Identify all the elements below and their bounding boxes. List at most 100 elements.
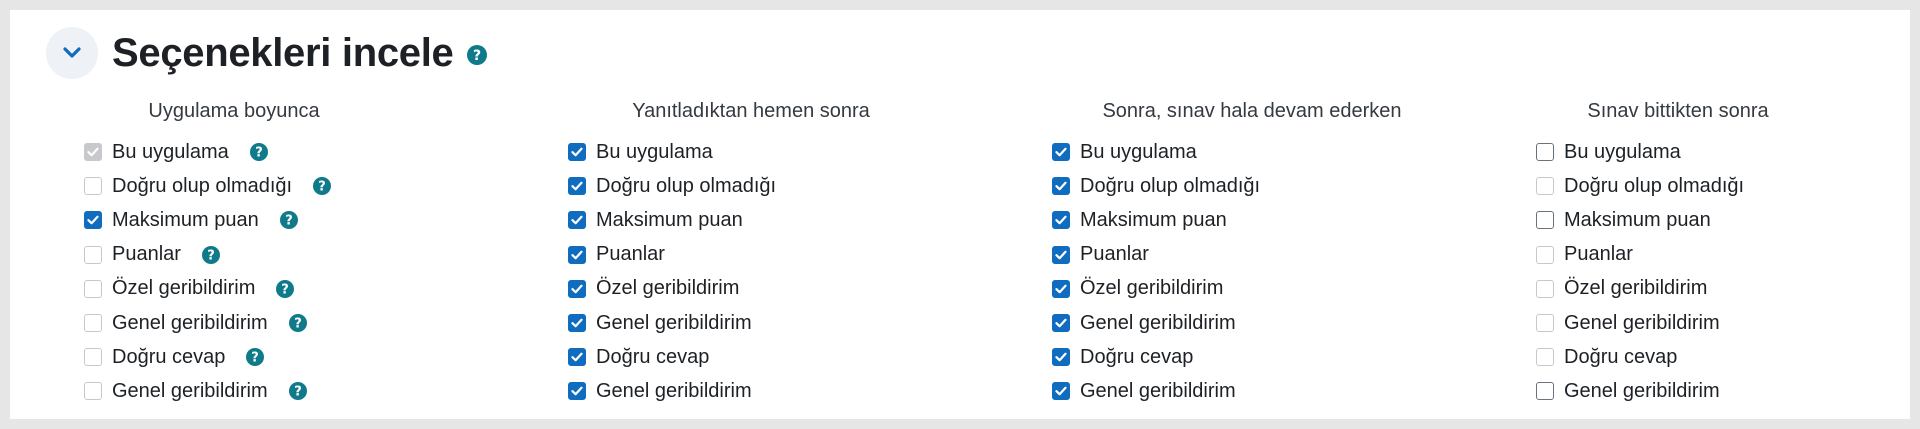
option-checkbox[interactable] <box>568 177 586 196</box>
option-row[interactable]: Doğru cevap <box>568 340 938 374</box>
option-row[interactable]: Özel geribildirim <box>1052 272 1432 306</box>
option-row[interactable]: Bu uygulama <box>568 135 938 169</box>
option-row[interactable]: Özel geribildirim <box>1536 272 1816 306</box>
option-row[interactable]: Genel geribildirim <box>1052 306 1432 340</box>
option-checkbox[interactable] <box>1052 348 1070 367</box>
option-label: Doğru olup olmadığı <box>596 174 777 197</box>
option-label: Doğru cevap <box>596 345 710 368</box>
svg-text:?: ? <box>252 351 260 366</box>
option-row[interactable]: Maksimum puan <box>1052 203 1432 237</box>
option-checkbox[interactable] <box>568 314 586 333</box>
option-checkbox[interactable] <box>1536 211 1554 230</box>
option-row[interactable]: Doğru cevap? <box>84 340 384 374</box>
option-label: Bu uygulama <box>596 140 713 163</box>
option-row[interactable]: Genel geribildirim? <box>84 306 384 340</box>
option-row[interactable]: Doğru olup olmadığı <box>1052 169 1432 203</box>
option-label: Maksimum puan <box>112 208 259 231</box>
option-label: Bu uygulama <box>1080 140 1197 163</box>
option-label: Puanlar <box>596 243 665 266</box>
option-label: Puanlar <box>1080 243 1149 266</box>
option-label: Bu uygulama <box>1564 140 1681 163</box>
help-icon[interactable]: ? <box>275 279 295 299</box>
svg-text:?: ? <box>255 146 263 161</box>
help-icon[interactable]: ? <box>249 142 269 162</box>
option-row[interactable]: Genel geribildirim <box>568 306 938 340</box>
option-label: Genel geribildirim <box>596 311 752 334</box>
option-row[interactable]: Puanlar <box>1536 238 1816 272</box>
option-checkbox[interactable] <box>568 348 586 367</box>
option-checkbox[interactable] <box>84 348 102 367</box>
section-title: Seçenekleri incele <box>112 30 454 75</box>
column-header: Sınav bittikten sonra <box>1587 100 1769 122</box>
option-row[interactable]: Genel geribildirim <box>1052 374 1432 408</box>
option-checkbox[interactable] <box>84 177 102 196</box>
svg-text:?: ? <box>294 385 302 400</box>
option-row[interactable]: Bu uygulama <box>1052 135 1432 169</box>
option-row[interactable]: Doğru olup olmadığı <box>568 169 938 203</box>
option-checkbox[interactable] <box>1052 211 1070 230</box>
option-checkbox[interactable] <box>568 143 586 162</box>
option-row[interactable]: Maksimum puan <box>568 203 938 237</box>
help-icon[interactable]: ? <box>288 381 308 401</box>
option-label: Doğru olup olmadığı <box>1564 174 1745 197</box>
option-row[interactable]: Doğru cevap <box>1052 340 1432 374</box>
option-row[interactable]: Maksimum puan? <box>84 203 384 237</box>
option-label: Genel geribildirim <box>596 379 752 402</box>
help-icon[interactable]: ? <box>466 44 488 66</box>
option-checkbox[interactable] <box>1536 143 1554 162</box>
section-header: Seçenekleri incele ? <box>46 22 488 84</box>
option-checkbox[interactable] <box>1536 348 1554 367</box>
svg-text:?: ? <box>207 248 215 263</box>
option-checkbox[interactable] <box>568 382 586 401</box>
option-checkbox[interactable] <box>1052 245 1070 264</box>
option-checkbox[interactable] <box>84 382 102 401</box>
option-label: Genel geribildirim <box>1080 379 1236 402</box>
option-checkbox[interactable] <box>1052 143 1070 162</box>
option-checkbox[interactable] <box>84 211 102 230</box>
option-label: Genel geribildirim <box>1564 379 1720 402</box>
option-row[interactable]: Doğru olup olmadığı <box>1536 169 1816 203</box>
svg-text:?: ? <box>472 48 480 64</box>
help-icon[interactable]: ? <box>288 313 308 333</box>
option-label: Maksimum puan <box>596 208 743 231</box>
option-checkbox[interactable] <box>1536 245 1554 264</box>
column-header: Sonra, sınav hala devam ederken <box>1102 100 1402 122</box>
option-checkbox[interactable] <box>568 279 586 298</box>
help-icon[interactable]: ? <box>312 176 332 196</box>
option-row[interactable]: Bu uygulama? <box>84 135 384 169</box>
option-row[interactable]: Genel geribildirim <box>1536 374 1816 408</box>
option-checkbox[interactable] <box>1536 314 1554 333</box>
option-row[interactable]: Özel geribildirim <box>568 272 938 306</box>
option-checkbox[interactable] <box>1536 177 1554 196</box>
option-checkbox[interactable] <box>1052 177 1070 196</box>
option-checkbox[interactable] <box>1536 279 1554 298</box>
option-row[interactable]: Genel geribildirim? <box>84 374 384 408</box>
option-row[interactable]: Puanlar <box>568 238 938 272</box>
option-row[interactable]: Doğru cevap <box>1536 340 1816 374</box>
option-row[interactable]: Puanlar <box>1052 238 1432 272</box>
option-row[interactable]: Genel geribildirim <box>1536 306 1816 340</box>
help-icon[interactable]: ? <box>245 347 265 367</box>
option-checkbox[interactable] <box>1536 382 1554 401</box>
option-checkbox[interactable] <box>1052 279 1070 298</box>
option-row[interactable]: Doğru olup olmadığı? <box>84 169 384 203</box>
collapse-button[interactable] <box>46 27 98 79</box>
help-icon[interactable]: ? <box>201 245 221 265</box>
option-checkbox[interactable] <box>84 279 102 298</box>
option-row[interactable]: Maksimum puan <box>1536 203 1816 237</box>
option-checkbox[interactable] <box>1052 382 1070 401</box>
help-icon[interactable]: ? <box>279 210 299 230</box>
option-checkbox[interactable] <box>84 314 102 333</box>
option-checkbox[interactable] <box>84 245 102 264</box>
option-label: Doğru cevap <box>112 345 226 368</box>
option-checkbox[interactable] <box>568 211 586 230</box>
option-row[interactable]: Özel geribildirim? <box>84 272 384 306</box>
option-label: Doğru cevap <box>1564 345 1678 368</box>
column-during-attempt: Uygulama boyunca Bu uygulama? Doğru olup o… <box>84 100 384 409</box>
option-checkbox[interactable] <box>568 245 586 264</box>
option-row[interactable]: Bu uygulama <box>1536 135 1816 169</box>
option-checkbox[interactable] <box>1052 314 1070 333</box>
option-row[interactable]: Genel geribildirim <box>568 374 938 408</box>
option-checkbox <box>84 143 102 162</box>
option-row[interactable]: Puanlar? <box>84 238 384 272</box>
